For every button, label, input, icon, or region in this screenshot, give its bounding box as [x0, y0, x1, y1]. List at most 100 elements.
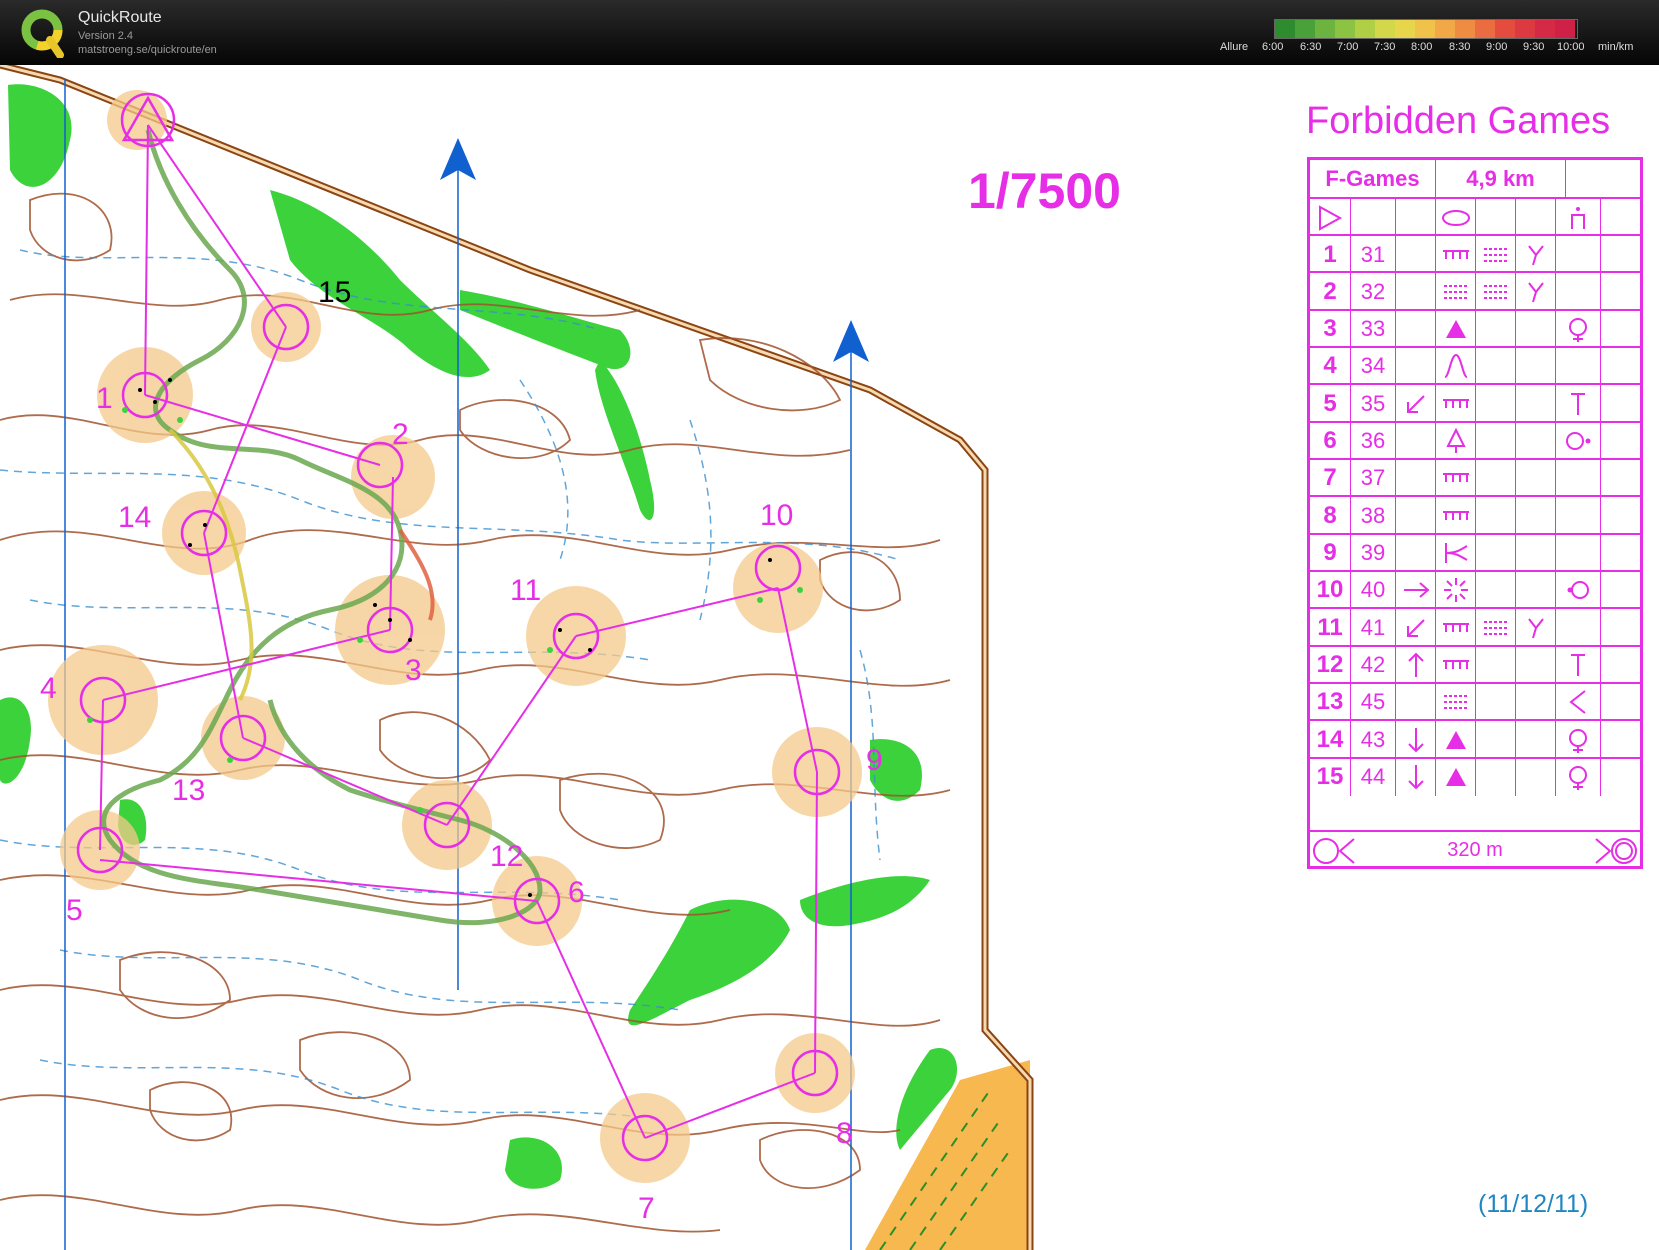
finish-distance: 320 m	[1447, 839, 1503, 861]
pace-color-swatch	[1475, 20, 1495, 38]
control-code: 39	[1350, 534, 1395, 572]
rocky-icon	[1435, 571, 1475, 609]
control-sequence-number: 14	[1316, 725, 1344, 753]
control-number-15: 15	[318, 276, 351, 309]
control-sequence-number: 13	[1316, 688, 1344, 716]
control-code: 41	[1350, 609, 1395, 647]
foot-icon	[1555, 721, 1600, 759]
trench-icon	[1435, 609, 1475, 647]
control-description-row: 11 41	[1310, 607, 1640, 647]
control-number-5: 5	[66, 894, 83, 927]
control-number-2: 2	[392, 418, 409, 451]
control-sequence-number: 4	[1323, 352, 1337, 380]
trench-icon	[1435, 385, 1475, 423]
control-number-4: 4	[40, 672, 57, 705]
map-scale: 1/7500	[968, 163, 1121, 219]
control-description-row: 2 32	[1310, 271, 1640, 311]
corner-icon	[1555, 683, 1600, 721]
event-name: F-Games	[1325, 165, 1420, 191]
control-number-11: 11	[510, 574, 541, 607]
description-header: F-Games 4,9 km	[1310, 160, 1640, 199]
top-icon	[1555, 385, 1600, 423]
fork-icon	[1515, 273, 1555, 311]
control-code: 32	[1350, 273, 1395, 311]
pace-color-swatch	[1555, 20, 1575, 38]
control-sequence-number: 10	[1316, 576, 1344, 604]
start-row	[1310, 197, 1640, 236]
pace-color-swatch	[1415, 20, 1435, 38]
fork-icon	[1515, 236, 1555, 273]
pace-color-swatch	[1435, 20, 1455, 38]
control-description-row: 8 38	[1310, 495, 1640, 535]
control-description-row: 1 31	[1310, 234, 1640, 273]
fork-icon	[1515, 609, 1555, 647]
control-description-row: 10 40	[1310, 569, 1640, 609]
control-sequence-number: 11	[1317, 613, 1343, 641]
sw-icon	[1395, 385, 1435, 423]
pace-tick: 8:30	[1449, 41, 1471, 53]
app-url: matstroeng.se/quickroute/en	[78, 44, 217, 56]
pace-tick: 7:30	[1374, 41, 1396, 53]
pace-tick: 7:00	[1337, 41, 1359, 53]
control-number-7: 7	[638, 1192, 655, 1225]
finish-start-icon	[1310, 832, 1360, 869]
pace-tick: 9:00	[1486, 41, 1508, 53]
control-code: 37	[1350, 459, 1395, 497]
app-header: QuickRoute Version 2.4 matstroeng.se/qui…	[0, 0, 1659, 65]
finish-icon	[1590, 832, 1640, 869]
control-description-row: 9 39	[1310, 532, 1640, 572]
control-code: 44	[1350, 758, 1395, 796]
oval-icon	[1435, 199, 1475, 236]
pace-color-swatch	[1535, 20, 1555, 38]
control-description-row: 14 43	[1310, 719, 1640, 759]
control-description-row: 6 36	[1310, 420, 1640, 460]
marsh-icon	[1475, 273, 1515, 311]
control-description-row: 15 44	[1310, 756, 1640, 796]
north-icon	[1395, 646, 1435, 684]
boulder-icon	[1435, 721, 1475, 759]
control-sequence-number: 5	[1323, 389, 1337, 417]
control-number-9: 9	[866, 744, 883, 777]
control-number-3: 3	[405, 654, 422, 687]
control-code: 34	[1350, 347, 1395, 385]
top-icon	[1555, 646, 1600, 684]
control-sequence-number: 6	[1323, 427, 1337, 455]
control-code: 36	[1350, 422, 1395, 460]
control-number-14: 14	[118, 501, 151, 534]
control-code: 43	[1350, 721, 1395, 759]
quickroute-logo	[21, 9, 64, 58]
control-sequence-number: 3	[1323, 315, 1337, 343]
pace-tick: 10:00	[1557, 41, 1585, 53]
east-arrow-icon	[1395, 571, 1435, 609]
marsh-icon	[1435, 683, 1475, 721]
control-number-10: 10	[760, 499, 793, 532]
boulder-icon	[1435, 758, 1475, 796]
pace-tick: 6:00	[1262, 41, 1284, 53]
pace-color-swatch	[1495, 20, 1515, 38]
pace-color-swatch	[1375, 20, 1395, 38]
trench-icon	[1435, 459, 1475, 497]
control-number-12: 12	[490, 840, 523, 873]
control-code: 38	[1350, 497, 1395, 535]
boulder-icon	[1435, 310, 1475, 348]
control-number-8: 8	[836, 1117, 853, 1150]
west-icon	[1555, 571, 1600, 609]
pace-color-scale	[1274, 19, 1578, 39]
control-description-row: 3 33	[1310, 308, 1640, 348]
trench-icon	[1435, 646, 1475, 684]
control-description-row: 4 34	[1310, 345, 1640, 385]
marsh-icon	[1435, 273, 1475, 311]
pace-color-swatch	[1315, 20, 1335, 38]
control-description-row: 7 37	[1310, 457, 1640, 497]
control-sequence-number: 8	[1323, 501, 1337, 529]
pace-color-swatch	[1295, 20, 1315, 38]
pace-color-swatch	[1335, 20, 1355, 38]
control-number-6: 6	[568, 876, 585, 909]
marsh-icon	[1475, 236, 1515, 273]
control-sequence-number: 2	[1323, 277, 1337, 305]
pace-scale-title: Allure	[1220, 41, 1249, 53]
south-icon	[1395, 721, 1435, 759]
building-icon	[1555, 199, 1600, 236]
south-icon	[1395, 758, 1435, 796]
foot-icon	[1555, 310, 1600, 348]
